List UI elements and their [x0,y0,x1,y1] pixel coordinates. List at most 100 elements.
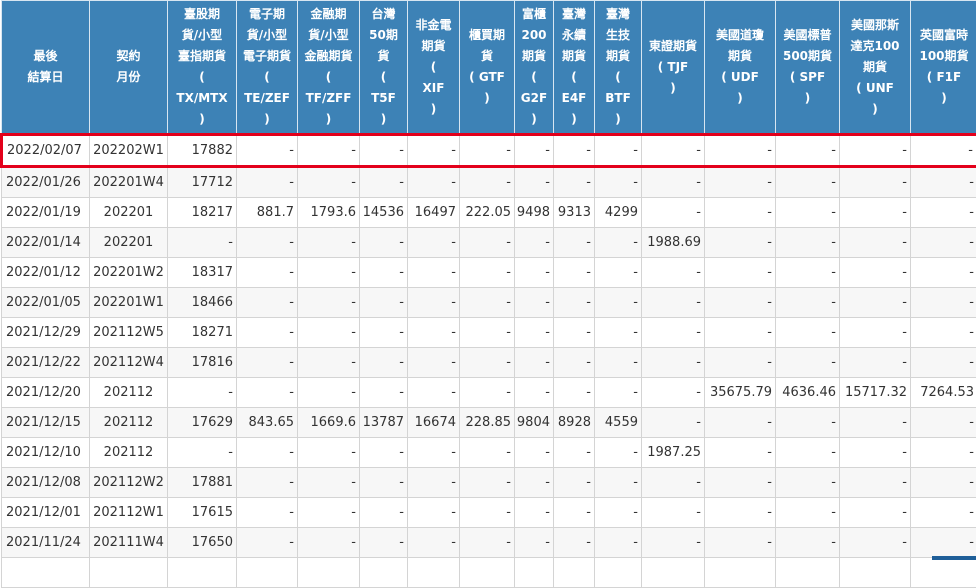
column-header-line: 貨 [460,46,514,67]
column-header-line: 最後 [2,46,89,67]
table-cell: - [515,258,554,288]
table-cell: - [554,228,595,258]
column-header: 櫃買期貨( GTF) [460,1,515,135]
column-header-line: ( [515,67,553,88]
column-header-line: ) [840,99,910,120]
table-cell: - [554,378,595,408]
table-cell: 18271 [168,318,237,348]
table-cell: 16674 [408,408,460,438]
table-cell: - [840,258,911,288]
column-header-line: G2F [515,88,553,109]
column-header-line: ( [360,67,407,88]
table-cell: 17650 [168,528,237,558]
table-cell: 843.65 [237,408,298,438]
column-header-line: ) [705,88,775,109]
column-header-line: 英國富時 [911,25,976,46]
table-cell: - [515,318,554,348]
column-header-line: BTF [595,88,641,109]
table-cell: 2022/01/12 [2,258,90,288]
table-cell [408,558,460,588]
table-cell: 35675.79 [705,378,776,408]
table-row: 2021/11/24202111W417650------------- [2,528,976,558]
table-cell: - [554,498,595,528]
table-cell: - [911,348,976,378]
table-cell: - [840,438,911,468]
table-cell: - [237,318,298,348]
table-cell: 13787 [360,408,408,438]
table-cell: - [705,198,776,228]
column-header: 臺灣永續期貨(E4F) [554,1,595,135]
table-row: 2021/12/1520211217629843.651669.61378716… [2,408,976,438]
table-cell [360,558,408,588]
table-cell: 228.85 [460,408,515,438]
table-cell [90,558,168,588]
table-cell: 2021/12/01 [2,498,90,528]
table-cell: - [298,288,360,318]
table-cell: - [360,348,408,378]
table-cell: - [237,167,298,198]
table-cell: - [595,288,642,318]
table-cell: - [642,288,705,318]
table-cell: - [408,498,460,528]
table-cell: - [237,348,298,378]
table-cell: - [360,528,408,558]
table-cell: - [408,378,460,408]
table-cell: - [705,408,776,438]
table-cell: - [515,528,554,558]
column-header-line: 期貨 [595,46,641,67]
column-header-line: ) [515,109,553,130]
table-cell: - [911,408,976,438]
page-corner-bar [932,556,976,560]
table-cell: - [840,288,911,318]
table-cell: 222.05 [460,198,515,228]
column-header-line: ( GTF [460,67,514,88]
table-cell: - [840,528,911,558]
column-header-line: 永續 [554,25,594,46]
table-row: 2022/01/14202201---------1988.69---- [2,228,976,258]
column-header-line: 電子期貨 [237,46,297,67]
column-header-line: ) [595,109,641,130]
column-header-line: XIF [408,78,459,99]
table-cell [460,558,515,588]
column-header: 金融期貨/小型金融期貨(TF/ZFF) [298,1,360,135]
table-cell: 18466 [168,288,237,318]
table-cell: - [237,228,298,258]
table-cell: - [408,288,460,318]
table-cell: - [840,348,911,378]
column-header: 契約月份 [90,1,168,135]
table-cell: - [776,348,840,378]
table-cell: 17629 [168,408,237,438]
table-cell: - [776,528,840,558]
table-cell: 2021/12/29 [2,318,90,348]
table-cell: - [460,318,515,348]
table-cell: - [360,468,408,498]
table-cell: - [595,258,642,288]
table-cell: - [642,528,705,558]
table-cell: - [642,498,705,528]
table-cell: - [705,438,776,468]
settlement-table: 最後結算日契約月份臺股期貨/小型臺指期貨(TX/MTX)電子期貨/小型電子期貨(… [0,0,976,588]
table-cell: - [595,318,642,348]
column-header: 美國標普500期貨( SPF) [776,1,840,135]
table-cell: 16497 [408,198,460,228]
table-cell: - [360,167,408,198]
table-cell: - [237,438,298,468]
column-header-line: ( [168,67,236,88]
table-cell: 202201 [90,228,168,258]
table-cell: - [840,135,911,167]
table-cell: - [408,135,460,167]
column-header: 最後結算日 [2,1,90,135]
table-cell: - [237,135,298,167]
column-header-line: ( [408,57,459,78]
table-cell: - [840,468,911,498]
table-cell: - [460,468,515,498]
table-cell [705,558,776,588]
column-header-line: 貨 [360,46,407,67]
table-cell: - [911,528,976,558]
table-cell: - [642,378,705,408]
table-cell [642,558,705,588]
table-cell: - [776,288,840,318]
table-cell: - [776,468,840,498]
table-cell: 2021/12/08 [2,468,90,498]
column-header-line: 美國那斯 [840,15,910,36]
